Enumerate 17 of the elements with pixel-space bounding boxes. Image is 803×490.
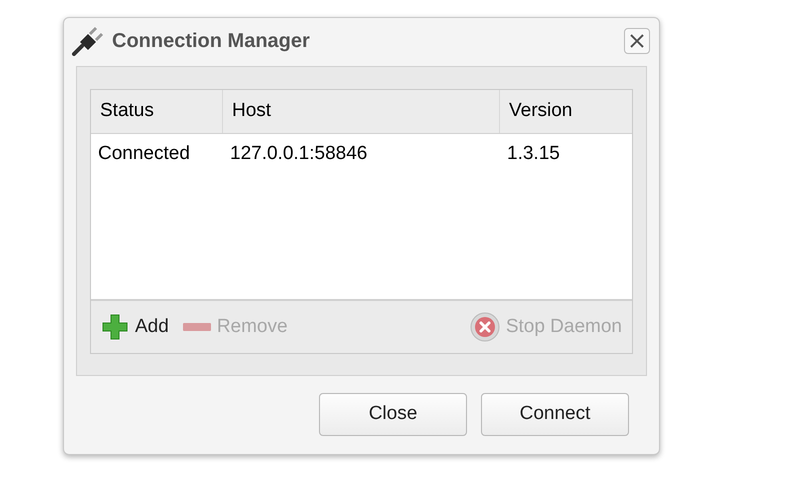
window-title: Connection Manager (112, 29, 311, 54)
dialog-button[interactable]: Connect (481, 393, 629, 436)
close-icon (629, 33, 645, 49)
table-cell-text: 1.3.15 (506, 142, 561, 166)
stop-icon (470, 312, 500, 342)
column-header[interactable]: Status (91, 90, 223, 133)
toolbar-button[interactable]: Add (101, 312, 169, 342)
table-cell-text: Connected (97, 142, 191, 166)
dialog-button[interactable]: Close (319, 393, 467, 436)
plus-icon (101, 313, 129, 341)
table-cell-text: 127.0.0.1:58846 (229, 142, 368, 166)
column-header[interactable]: Version (500, 90, 632, 133)
close-button[interactable] (624, 28, 650, 54)
column-header[interactable]: Host (223, 90, 500, 133)
plug-icon (72, 26, 104, 56)
minus-icon (182, 323, 211, 331)
table-row[interactable]: Connected 127.0.0.1:58846 1.3.15 (91, 134, 632, 174)
